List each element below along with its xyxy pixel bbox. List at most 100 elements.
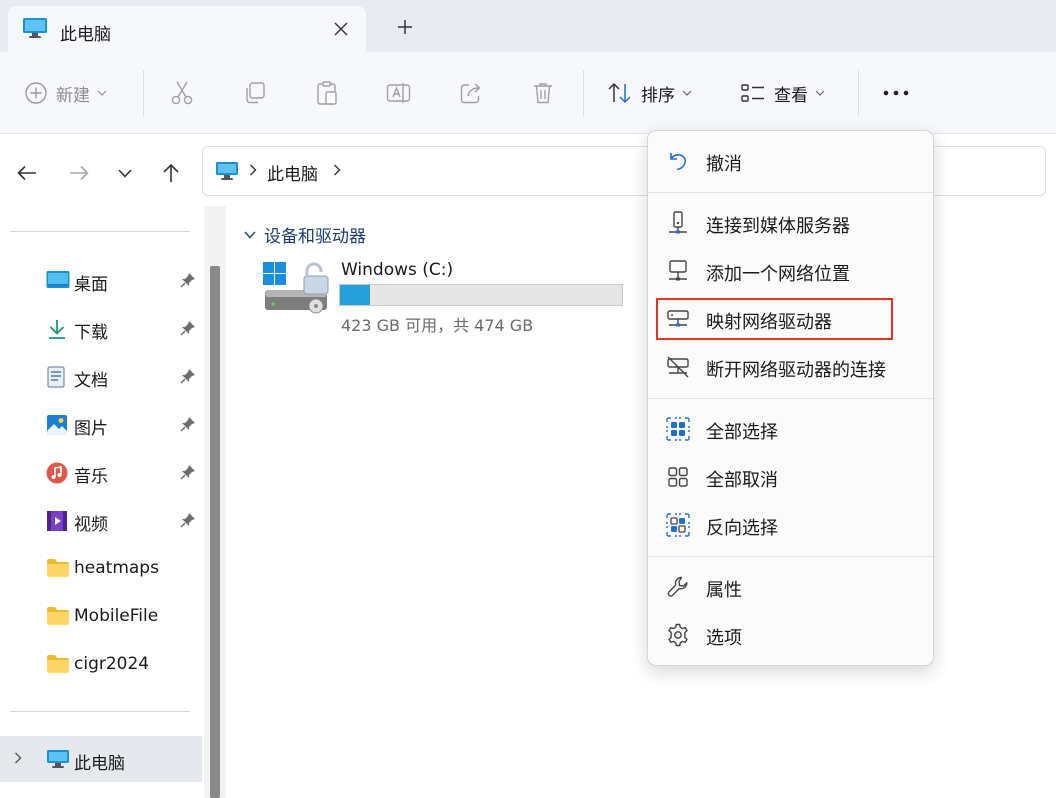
- pin-icon[interactable]: [180, 320, 196, 336]
- tab-this-pc[interactable]: 此电脑: [8, 6, 366, 52]
- media-server-icon: [666, 211, 690, 237]
- sidebar-scrollbar-thumb[interactable]: [210, 266, 220, 798]
- music-icon: [46, 462, 68, 484]
- sidebar-item-documents[interactable]: 文档: [0, 353, 202, 399]
- menu-item-disconnect-network-drive[interactable]: 断开网络驱动器的连接: [654, 345, 927, 389]
- view-button[interactable]: 查看: [740, 76, 825, 110]
- menu-item-label: 断开网络驱动器的连接: [706, 360, 886, 381]
- up-arrow-icon[interactable]: [156, 158, 186, 188]
- undo-icon: [666, 149, 690, 173]
- sidebar-item-downloads[interactable]: 下载: [0, 305, 202, 351]
- drive-free-space: 423 GB 可用，共 474 GB: [341, 316, 534, 335]
- menu-item-add-network-location[interactable]: 添加一个网络位置: [654, 249, 927, 293]
- breadcrumb-chevron-icon[interactable]: [333, 164, 341, 176]
- sidebar-item-music[interactable]: 音乐: [0, 449, 202, 495]
- sidebar-item-label: 此电脑: [74, 754, 125, 774]
- breadcrumb-chevron-icon[interactable]: [249, 164, 257, 176]
- forward-arrow-icon[interactable]: [64, 158, 94, 188]
- paste-button[interactable]: [315, 76, 339, 110]
- rename-icon: [386, 81, 412, 105]
- chevron-down-icon: [97, 90, 107, 96]
- menu-divider: [648, 556, 933, 557]
- sidebar-item-label: 下载: [74, 323, 108, 343]
- collapse-chevron-icon: [244, 231, 256, 239]
- menu-item-invert-selection[interactable]: 反向选择: [654, 503, 927, 547]
- menu-item-options[interactable]: 选项: [654, 613, 927, 657]
- menu-item-label: 映射网络驱动器: [706, 312, 832, 333]
- network-drive-icon: [666, 307, 690, 331]
- sort-button[interactable]: 排序: [607, 76, 692, 110]
- sidebar-item-label: cigr2024: [74, 654, 150, 674]
- sidebar-item-heatmaps[interactable]: heatmaps: [0, 545, 202, 591]
- sidebar-item-label: 桌面: [74, 275, 108, 295]
- expand-chevron-icon[interactable]: [14, 752, 22, 764]
- sidebar-item-mobilefile[interactable]: MobileFile: [0, 593, 202, 639]
- disconnect-drive-icon: [666, 355, 690, 379]
- menu-item-connect-media-server[interactable]: 连接到媒体服务器: [654, 201, 927, 245]
- toolbar-divider: [583, 70, 584, 116]
- menu-item-undo[interactable]: 撤消: [654, 139, 927, 183]
- sidebar-item-desktop[interactable]: 桌面: [0, 257, 202, 303]
- trash-icon: [531, 81, 555, 105]
- scissors-icon: [170, 80, 194, 106]
- menu-item-properties[interactable]: 属性: [654, 565, 927, 609]
- copy-button[interactable]: [243, 76, 267, 110]
- sidebar-item-pictures[interactable]: 图片: [0, 401, 202, 447]
- sidebar-item-label: 视频: [74, 515, 108, 535]
- pin-icon[interactable]: [180, 272, 196, 288]
- cut-button[interactable]: [170, 76, 194, 110]
- chevron-down-icon: [682, 90, 692, 96]
- sidebar-item-this-pc[interactable]: 此电脑: [0, 736, 202, 782]
- new-button[interactable]: 新建: [24, 76, 107, 110]
- drive-usage-fill: [340, 285, 371, 305]
- breadcrumb-this-pc[interactable]: 此电脑: [267, 160, 318, 185]
- menu-item-label: 反向选择: [706, 518, 778, 539]
- chevron-down-icon: [815, 90, 825, 96]
- group-label: 设备和驱动器: [264, 227, 366, 247]
- copy-icon: [243, 81, 267, 105]
- menu-item-label: 选项: [706, 628, 742, 649]
- rename-button[interactable]: [386, 76, 412, 110]
- download-icon: [46, 318, 68, 340]
- devices-group-header[interactable]: 设备和驱动器: [244, 222, 366, 247]
- sort-arrows-icon: [607, 81, 633, 105]
- close-tab-icon[interactable]: [328, 16, 354, 42]
- sidebar-item-videos[interactable]: 视频: [0, 497, 202, 543]
- menu-item-select-none[interactable]: 全部取消: [654, 455, 927, 499]
- pin-icon[interactable]: [180, 416, 196, 432]
- pin-icon[interactable]: [180, 512, 196, 528]
- desktop-icon: [46, 270, 70, 290]
- sidebar-item-label: 文档: [74, 371, 108, 391]
- menu-item-map-network-drive[interactable]: 映射网络驱动器: [654, 297, 927, 341]
- drive-item-c[interactable]: Windows (C:) 423 GB 可用，共 474 GB: [262, 258, 632, 338]
- delete-button[interactable]: [531, 76, 555, 110]
- pin-icon[interactable]: [180, 368, 196, 384]
- pictures-icon: [46, 414, 68, 436]
- invert-selection-icon: [666, 513, 690, 537]
- menu-item-label: 连接到媒体服务器: [706, 216, 850, 237]
- plus-circle-icon: [24, 81, 48, 105]
- pin-icon[interactable]: [180, 464, 196, 480]
- more-options-button[interactable]: [882, 76, 910, 110]
- drive-usage-bar: [339, 284, 623, 306]
- menu-divider: [648, 192, 933, 193]
- tab-bar: 此电脑: [0, 0, 1056, 52]
- menu-item-label: 撤消: [706, 154, 742, 175]
- folder-icon: [46, 606, 70, 626]
- share-icon: [459, 81, 483, 105]
- menu-divider: [648, 398, 933, 399]
- toolbar-divider: [858, 70, 859, 116]
- wrench-icon: [666, 575, 690, 599]
- monitor-icon: [22, 17, 48, 39]
- sidebar-divider: [10, 231, 190, 232]
- view-button-label: 查看: [774, 85, 808, 106]
- drive-name: Windows (C:): [341, 260, 454, 280]
- sidebar-item-cigr2024[interactable]: cigr2024: [0, 641, 202, 687]
- menu-item-select-all[interactable]: 全部选择: [654, 407, 927, 451]
- new-tab-icon[interactable]: [392, 14, 418, 40]
- back-arrow-icon[interactable]: [12, 158, 42, 188]
- share-button[interactable]: [459, 76, 483, 110]
- locked-drive-icon: [262, 260, 334, 320]
- sidebar-item-label: 音乐: [74, 467, 108, 487]
- recent-locations-chevron-icon[interactable]: [110, 158, 140, 188]
